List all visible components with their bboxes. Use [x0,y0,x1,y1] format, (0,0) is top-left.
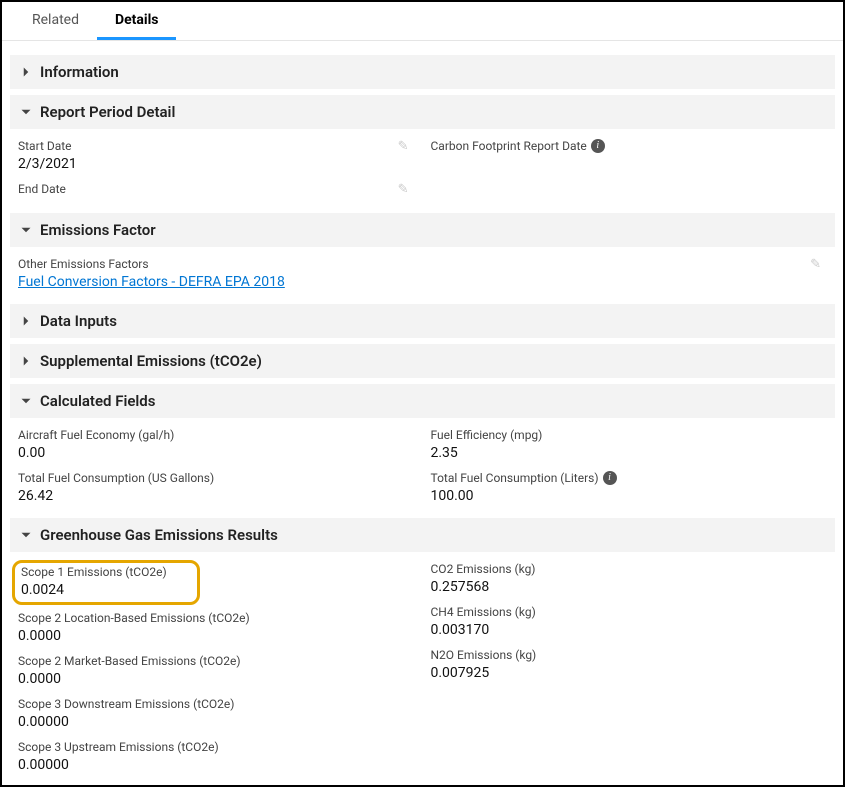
field-start-date: ✎ Start Date 2/3/2021 [18,135,415,178]
field-scope1: Scope 1 Emissions (tCO2e) 0.0024 [21,565,191,598]
section-supplemental-header[interactable]: Supplemental Emissions (tCO2e) [10,344,835,378]
scope1-highlight: Scope 1 Emissions (tCO2e) 0.0024 [12,560,200,605]
details-content: Information Report Period Detail ✎ Start… [2,41,843,781]
field-total-fuel-gallons: Total Fuel Consumption (US Gallons) 26.4… [18,467,415,510]
field-co2: CO2 Emissions (kg) 0.257568 [431,558,828,601]
field-carbon-report-date: Carbon Footprint Report Date i [431,135,828,162]
scope1-label: Scope 1 Emissions (tCO2e) [21,565,191,579]
chevron-down-icon [20,529,32,541]
chevron-down-icon [20,224,32,236]
tab-details[interactable]: Details [97,2,177,40]
section-calculated-body: Aircraft Fuel Economy (gal/h) 0.00 Total… [10,418,835,512]
section-supplemental-title: Supplemental Emissions (tCO2e) [40,352,262,370]
section-calculated-title: Calculated Fields [40,392,155,410]
field-n2o: N2O Emissions (kg) 0.007925 [431,644,828,687]
tab-related[interactable]: Related [14,2,97,40]
info-icon[interactable]: i [603,471,617,485]
section-calculated-header[interactable]: Calculated Fields [10,384,835,418]
scope3-down-value: 0.00000 [18,714,415,730]
section-report-period-body: ✎ Start Date 2/3/2021 ✎ End Date Carbon … [10,129,835,207]
section-ghg-header[interactable]: Greenhouse Gas Emissions Results [10,518,835,552]
scope3-up-value: 0.00000 [18,757,415,773]
total-fuel-liters-label: Total Fuel Consumption (Liters) i [431,471,828,485]
field-aircraft-fuel-economy: Aircraft Fuel Economy (gal/h) 0.00 [18,424,415,467]
end-date-label: End Date [18,182,398,196]
field-ch4: CH4 Emissions (kg) 0.003170 [431,601,828,644]
section-emissions-factor-title: Emissions Factor [40,221,156,239]
fuel-conversion-link[interactable]: Fuel Conversion Factors - DEFRA EPA 2018 [18,274,285,290]
ch4-value: 0.003170 [431,622,828,638]
field-end-date: ✎ End Date [18,178,415,205]
section-data-inputs-title: Data Inputs [40,312,117,330]
co2-value: 0.257568 [431,579,828,595]
total-fuel-gal-value: 26.42 [18,488,415,504]
aircraft-value: 0.00 [18,445,415,461]
scope3-down-label: Scope 3 Downstream Emissions (tCO2e) [18,697,415,711]
field-other-emissions-factors: ✎ Other Emissions Factors Fuel Conversio… [18,253,827,296]
ch4-label: CH4 Emissions (kg) [431,605,828,619]
n2o-label: N2O Emissions (kg) [431,648,828,662]
field-scope3-upstream: Scope 3 Upstream Emissions (tCO2e) 0.000… [18,736,415,779]
field-fuel-efficiency: Fuel Efficiency (mpg) 2.35 [431,424,828,467]
start-date-value: 2/3/2021 [18,156,415,172]
field-scope2-market: Scope 2 Market-Based Emissions (tCO2e) 0… [18,650,415,693]
chevron-right-icon [20,315,32,327]
total-fuel-gal-label: Total Fuel Consumption (US Gallons) [18,471,415,485]
scope2-loc-label: Scope 2 Location-Based Emissions (tCO2e) [18,611,415,625]
scope3-up-label: Scope 3 Upstream Emissions (tCO2e) [18,740,415,754]
start-date-label: Start Date [18,139,398,153]
carbon-report-date-label: Carbon Footprint Report Date i [431,139,828,153]
pencil-icon[interactable]: ✎ [398,139,415,154]
info-icon[interactable]: i [591,139,605,153]
tabs-bar: Related Details [2,2,843,41]
section-information-title: Information [40,63,119,81]
field-total-fuel-liters: Total Fuel Consumption (Liters) i 100.00 [431,467,828,510]
chevron-right-icon [20,66,32,78]
section-report-period-title: Report Period Detail [40,103,175,121]
chevron-right-icon [20,355,32,367]
scope2-mkt-label: Scope 2 Market-Based Emissions (tCO2e) [18,654,415,668]
section-data-inputs-header[interactable]: Data Inputs [10,304,835,338]
chevron-down-icon [20,106,32,118]
other-emissions-factors-label: Other Emissions Factors [18,257,810,271]
total-fuel-liters-value: 100.00 [431,488,828,504]
co2-label: CO2 Emissions (kg) [431,562,828,576]
section-emissions-factor-body: ✎ Other Emissions Factors Fuel Conversio… [10,247,835,298]
fuel-eff-label: Fuel Efficiency (mpg) [431,428,828,442]
scope2-loc-value: 0.0000 [18,628,415,644]
section-report-period-header[interactable]: Report Period Detail [10,95,835,129]
n2o-value: 0.007925 [431,665,828,681]
pencil-icon[interactable]: ✎ [398,182,415,197]
field-scope3-downstream: Scope 3 Downstream Emissions (tCO2e) 0.0… [18,693,415,736]
section-emissions-factor-header[interactable]: Emissions Factor [10,213,835,247]
scope1-value: 0.0024 [21,582,191,598]
field-scope2-location: Scope 2 Location-Based Emissions (tCO2e)… [18,607,415,650]
chevron-down-icon [20,395,32,407]
section-ghg-body: Scope 1 Emissions (tCO2e) 0.0024 Scope 2… [10,552,835,781]
fuel-eff-value: 2.35 [431,445,828,461]
section-information-header[interactable]: Information [10,55,835,89]
section-ghg-title: Greenhouse Gas Emissions Results [40,526,278,544]
aircraft-label: Aircraft Fuel Economy (gal/h) [18,428,415,442]
pencil-icon[interactable]: ✎ [810,257,827,272]
scope2-mkt-value: 0.0000 [18,671,415,687]
